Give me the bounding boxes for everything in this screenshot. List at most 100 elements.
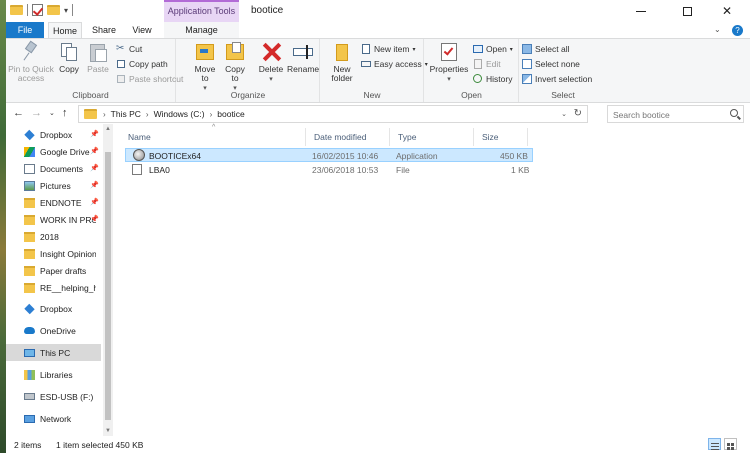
pin-to-quick-access-button[interactable]: Pin to Quick access <box>8 40 54 83</box>
usb-drive-icon <box>24 393 35 400</box>
select-all-button[interactable]: Select all <box>522 42 570 56</box>
file-list: ^ Name Date modified Type Size BOOTICEx6… <box>120 124 750 436</box>
pin-icon[interactable]: 📌 <box>90 215 99 223</box>
move-to-button[interactable]: Move to ▾ <box>193 41 217 93</box>
nav-item-this-pc[interactable]: This PC <box>6 344 101 361</box>
file-row-lba0[interactable]: LBA0 23/06/2018 10:53 File 1 KB <box>125 163 533 177</box>
properties-button[interactable]: Properties ▾ <box>429 41 469 84</box>
cut-button[interactable]: ✂ Cut <box>116 42 142 56</box>
navigation-scrollbar[interactable]: ▲ ▼ <box>103 124 113 436</box>
up-arrow-icon[interactable]: ↑ <box>62 107 68 119</box>
invert-selection-button[interactable]: Invert selection <box>522 72 592 86</box>
new-folder-button[interactable]: New folder <box>325 41 359 83</box>
collapse-ribbon-icon[interactable]: ⌄ <box>714 25 721 34</box>
nav-item-label: 2018 <box>40 231 59 242</box>
breadcrumb-bootice[interactable]: bootice <box>217 109 244 119</box>
breadcrumb-this-pc[interactable]: This PC <box>111 109 141 119</box>
nav-item-re-helping-hand[interactable]: RE__helping_han <box>6 279 101 296</box>
column-header-name[interactable]: Name <box>120 128 306 146</box>
file-row-booticex64[interactable]: BOOTICEx64 16/02/2015 10:46 Application … <box>125 148 533 162</box>
nav-item-dropbox[interactable]: Dropbox <box>6 300 101 317</box>
nav-item-work-in-progress[interactable]: WORK IN PRO 📌 <box>6 211 101 228</box>
nav-item-libraries[interactable]: Libraries <box>6 366 101 383</box>
nav-item-label: This PC <box>40 347 71 358</box>
tab-share[interactable]: Share <box>88 22 120 38</box>
this-pc-icon <box>24 348 35 357</box>
back-arrow-icon[interactable]: ← <box>13 107 24 119</box>
scroll-up-arrow-icon[interactable]: ▲ <box>105 126 111 132</box>
rename-button[interactable]: Rename <box>287 41 319 74</box>
search-input[interactable]: Search bootice <box>607 105 744 123</box>
nav-item-onedrive[interactable]: OneDrive <box>6 322 101 339</box>
paste-button[interactable]: Paste <box>84 41 112 74</box>
address-dropdown-icon[interactable]: ⌄ <box>561 110 567 118</box>
new-folder-icon[interactable] <box>47 5 60 15</box>
folder-icon <box>24 265 35 276</box>
nav-item-pictures[interactable]: Pictures 📌 <box>6 177 101 194</box>
file-date: 23/06/2018 10:53 <box>312 165 379 175</box>
forward-arrow-icon[interactable]: → <box>31 107 42 119</box>
tab-view[interactable]: View <box>126 22 158 38</box>
nav-item-insight-opinion[interactable]: Insight Opinion <box>6 245 101 262</box>
nav-item-network[interactable]: Network <box>6 410 101 427</box>
pin-icon[interactable]: 📌 <box>90 130 99 138</box>
customize-toolbar-dropdown-icon[interactable]: ▾ <box>64 6 68 15</box>
nav-item-2018[interactable]: 2018 <box>6 228 101 245</box>
easy-access-button[interactable]: Easy access ▾ <box>361 57 428 71</box>
breadcrumb-separator-icon[interactable]: › <box>103 110 106 119</box>
address-bar[interactable]: › This PC › Windows (C:) › bootice ⌄ ↻ <box>78 105 588 123</box>
scrollbar-thumb[interactable] <box>105 152 111 420</box>
nav-item-label: Pictures <box>40 180 71 191</box>
folder-icon <box>10 5 23 15</box>
invert-selection-icon <box>522 74 532 84</box>
nav-item-google-drive[interactable]: Google Drive 📌 <box>6 143 101 160</box>
open-button[interactable]: Open ▾ <box>473 42 513 56</box>
copy-path-button[interactable]: Copy path <box>116 57 168 71</box>
nav-item-documents[interactable]: Documents 📌 <box>6 160 101 177</box>
nav-item-label: Paper drafts <box>40 265 87 276</box>
folder-icon <box>24 282 35 293</box>
tab-manage[interactable]: Manage <box>164 22 239 38</box>
nav-item-label: Google Drive <box>40 146 90 157</box>
help-icon[interactable]: ? <box>732 25 743 36</box>
select-none-button[interactable]: Select none <box>522 57 580 71</box>
organize-group: Move to ▾ Copy to ▾ Delete ▾ Rename Orga… <box>177 39 320 102</box>
copy-to-icon <box>224 41 246 63</box>
breadcrumb-separator-icon[interactable]: › <box>210 110 213 119</box>
large-icons-view-button[interactable] <box>724 438 737 450</box>
scroll-down-arrow-icon[interactable]: ▼ <box>105 428 111 434</box>
breadcrumb-windows-c[interactable]: Windows (C:) <box>154 109 205 119</box>
new-item-button[interactable]: New item ▾ <box>361 42 415 56</box>
recent-locations-chevron-icon[interactable]: ⌄ <box>49 109 55 117</box>
paste-shortcut-button[interactable]: Paste shortcut <box>116 72 183 86</box>
nav-item-paper-drafts[interactable]: Paper drafts <box>6 262 101 279</box>
pin-icon[interactable]: 📌 <box>90 147 99 155</box>
column-header-date-modified[interactable]: Date modified <box>306 128 390 146</box>
properties-check-icon[interactable] <box>32 4 43 16</box>
pin-icon[interactable]: 📌 <box>90 198 99 206</box>
copy-button[interactable]: Copy <box>56 41 82 74</box>
nav-item-esd-usb[interactable]: ESD-USB (F:) <box>6 388 101 405</box>
nav-item-endnote[interactable]: ENDNOTE 📌 <box>6 194 101 211</box>
column-header-type[interactable]: Type <box>390 128 474 146</box>
edit-button[interactable]: Edit <box>473 57 501 71</box>
tab-file[interactable]: File <box>6 22 44 38</box>
nav-item-dropbox-quick[interactable]: Dropbox 📌 <box>6 126 101 143</box>
column-header-size[interactable]: Size <box>474 128 528 146</box>
details-view-button[interactable] <box>708 438 721 450</box>
folder-icon <box>24 248 35 259</box>
documents-icon <box>24 163 35 174</box>
ribbon-tabs: File Home Share View Manage ⌄ ? <box>6 22 750 39</box>
history-button[interactable]: History <box>473 72 512 86</box>
pin-icon[interactable]: 📌 <box>90 181 99 189</box>
breadcrumb-separator-icon[interactable]: › <box>146 110 149 119</box>
close-button[interactable]: ✕ <box>704 0 750 22</box>
delete-button[interactable]: Delete ▾ <box>257 41 285 84</box>
open-group-label: Open <box>461 90 482 100</box>
refresh-icon[interactable]: ↻ <box>574 108 582 119</box>
copy-to-button[interactable]: Copy to ▾ <box>223 41 247 93</box>
pin-icon[interactable]: 📌 <box>90 164 99 172</box>
minimize-button[interactable] <box>618 0 664 22</box>
tab-home[interactable]: Home <box>48 22 82 39</box>
new-folder-label: New folder <box>331 64 353 83</box>
